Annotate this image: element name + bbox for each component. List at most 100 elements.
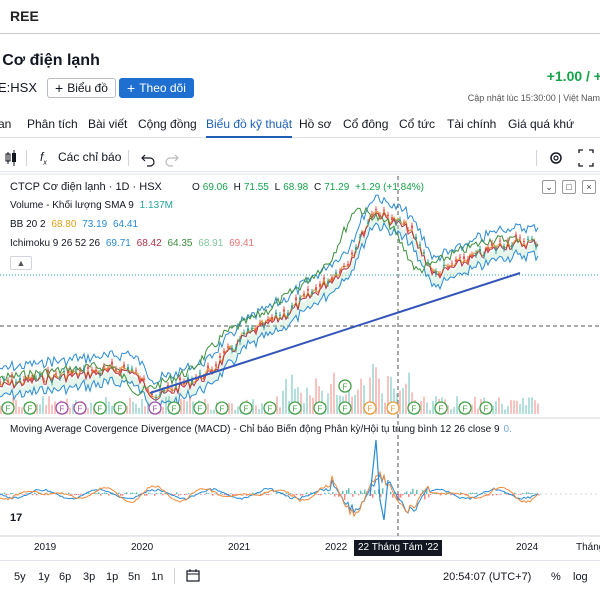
candle-body bbox=[239, 338, 241, 342]
log-toggle[interactable]: log bbox=[573, 571, 588, 583]
tradingview-logo[interactable]: 17 bbox=[10, 512, 32, 528]
macd-histogram-bar bbox=[354, 490, 356, 494]
macd-histogram-bar bbox=[428, 494, 430, 498]
macd-histogram-bar bbox=[122, 494, 124, 496]
volume-bar bbox=[357, 389, 359, 414]
macd-histogram-bar bbox=[230, 493, 232, 494]
candle-body bbox=[211, 369, 213, 372]
volume-bar bbox=[279, 407, 281, 414]
candle-body bbox=[127, 366, 129, 370]
collapse-legend-icon[interactable]: ▲ bbox=[10, 256, 32, 270]
range-5d[interactable]: 5n bbox=[128, 571, 140, 583]
volume-bar bbox=[207, 403, 209, 414]
macd-histogram-bar bbox=[294, 494, 296, 495]
volume-bar bbox=[258, 409, 260, 414]
dividend-marker-label: F bbox=[318, 405, 323, 414]
dividend-marker-label: F bbox=[343, 383, 348, 392]
macd-histogram-bar bbox=[408, 494, 410, 497]
candle-body bbox=[371, 213, 373, 216]
volume-bar bbox=[237, 406, 239, 414]
candle-body bbox=[295, 297, 297, 301]
macd-histogram-bar bbox=[174, 494, 176, 495]
candle-body bbox=[439, 274, 441, 276]
percent-toggle[interactable]: % bbox=[551, 571, 561, 583]
macd-histogram-bar bbox=[100, 494, 102, 496]
candle-body bbox=[67, 371, 69, 374]
volume-bar bbox=[87, 408, 89, 414]
price-chart[interactable]: F F F F F F F F F F F F F F F F F F F F F F bbox=[0, 0, 600, 600]
macd-histogram-bar bbox=[78, 494, 80, 495]
candle-body bbox=[47, 369, 49, 373]
range-6m[interactable]: 6p bbox=[59, 571, 71, 583]
dividend-marker-label: F bbox=[244, 405, 249, 414]
range-3m[interactable]: 3p bbox=[83, 571, 95, 583]
macd-histogram-bar bbox=[186, 494, 188, 495]
candle-body bbox=[535, 244, 537, 247]
macd-histogram-bar bbox=[212, 494, 214, 496]
range-1d[interactable]: 1n bbox=[151, 571, 163, 583]
candle-body bbox=[83, 367, 85, 371]
macd-histogram-bar bbox=[266, 494, 268, 496]
date-range-icon[interactable] bbox=[184, 566, 204, 586]
candle-body bbox=[323, 277, 325, 280]
pane-close-icon[interactable]: × bbox=[582, 180, 596, 194]
candle-body bbox=[311, 291, 313, 294]
macd-histogram-bar bbox=[34, 492, 36, 494]
macd-histogram-bar bbox=[184, 494, 186, 496]
volume-bar bbox=[477, 408, 479, 414]
candle-body bbox=[51, 380, 53, 383]
macd-histogram-bar bbox=[514, 492, 516, 494]
candle-body bbox=[299, 297, 301, 300]
macd-legend[interactable]: Moving Average Covergence Divergence (MA… bbox=[10, 424, 512, 435]
bollinger-legend[interactable]: BB 20 2 68.80 73.19 64.41 bbox=[10, 219, 141, 230]
candle-body bbox=[171, 389, 173, 391]
volume-bar bbox=[495, 401, 497, 414]
clock-time[interactable]: 20:54:07 (UTC+7) bbox=[443, 571, 531, 583]
range-1y[interactable]: 1y bbox=[38, 571, 50, 583]
macd-histogram-bar bbox=[414, 494, 416, 496]
candle-body bbox=[475, 253, 477, 255]
macd-histogram-bar bbox=[148, 492, 150, 494]
macd-histogram-bar bbox=[296, 494, 298, 496]
volume-bar bbox=[354, 394, 356, 414]
low-value: 68.98 bbox=[283, 182, 309, 193]
candle-body bbox=[255, 328, 257, 332]
candle-body bbox=[403, 222, 405, 224]
macd-histogram-bar bbox=[474, 493, 476, 494]
macd-histogram-bar bbox=[484, 492, 486, 494]
macd-histogram-bar bbox=[4, 492, 6, 494]
macd-histogram-bar bbox=[76, 494, 78, 496]
macd-histogram-bar bbox=[416, 489, 418, 494]
macd-histogram-bar bbox=[492, 494, 494, 496]
volume-value: 1.137M bbox=[139, 200, 174, 211]
volume-bar bbox=[39, 404, 41, 414]
macd-value: 0. bbox=[503, 424, 512, 435]
macd-histogram-bar bbox=[390, 491, 392, 494]
low-label: L bbox=[274, 182, 281, 193]
macd-histogram-bar bbox=[68, 492, 70, 494]
candle-body bbox=[491, 243, 493, 247]
candle-body bbox=[379, 214, 381, 217]
macd-histogram-bar bbox=[362, 492, 364, 494]
pane-maximize-icon[interactable]: □ bbox=[562, 180, 576, 194]
macd-histogram-bar bbox=[12, 492, 14, 494]
lead-b-value: 69.41 bbox=[229, 238, 255, 249]
macd-histogram-bar bbox=[276, 492, 278, 494]
macd-histogram-bar bbox=[330, 494, 332, 495]
candle-body bbox=[111, 361, 113, 365]
candle-body bbox=[463, 256, 465, 260]
candle-body bbox=[275, 312, 277, 315]
candle-body bbox=[235, 346, 237, 350]
volume-bar bbox=[351, 396, 353, 414]
macd-histogram-bar bbox=[6, 494, 8, 496]
pane-down-icon[interactable]: ⌄ bbox=[542, 180, 556, 194]
macd-histogram-bar bbox=[178, 494, 180, 496]
volume-bar bbox=[138, 407, 140, 414]
macd-histogram-bar bbox=[506, 494, 508, 495]
candle-body bbox=[339, 271, 341, 274]
volume-legend[interactable]: Volume - Khối lượng SMA 9 1.137M bbox=[10, 200, 176, 211]
ichimoku-legend[interactable]: Ichimoku 9 26 52 26 69.71 68.42 64.35 68… bbox=[10, 238, 257, 249]
range-1m[interactable]: 1p bbox=[106, 571, 118, 583]
range-5y[interactable]: 5y bbox=[14, 571, 26, 583]
dividend-marker-label: F bbox=[412, 405, 417, 414]
